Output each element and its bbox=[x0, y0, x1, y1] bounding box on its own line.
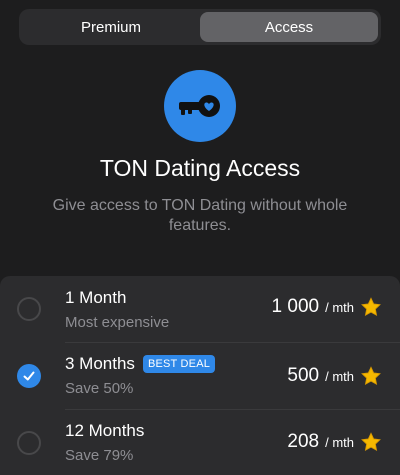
price-amount: 500 bbox=[287, 365, 320, 386]
plan-name-text: 3 Months bbox=[65, 354, 135, 373]
page-title: TON Dating Access bbox=[99, 155, 301, 181]
radio-checked[interactable] bbox=[17, 364, 41, 388]
price-unit: / mth bbox=[325, 368, 354, 384]
tab-access[interactable]: Access bbox=[200, 12, 378, 42]
plan-name: 12 Months bbox=[65, 421, 144, 441]
plan-note: Save 79% bbox=[65, 447, 134, 464]
plan-option-12-months[interactable]: 12 Months Save 79% 208 / mth bbox=[0, 410, 400, 475]
page-subtitle: Give access to TON Dating without whole … bbox=[52, 197, 348, 234]
plan-price: 208 / mth bbox=[287, 431, 382, 453]
radio-unchecked[interactable] bbox=[17, 297, 41, 321]
plan-option-3-months[interactable]: 3 Months BEST DEAL Save 50% 500 / mth bbox=[0, 343, 400, 409]
radio-unchecked[interactable] bbox=[17, 431, 41, 455]
plan-price: 500 / mth bbox=[287, 365, 382, 387]
best-deal-badge: BEST DEAL bbox=[142, 355, 216, 373]
access-screen: Premium Access TON Dating Access Give ac… bbox=[0, 0, 400, 475]
price-unit: / mth bbox=[325, 434, 354, 450]
star-icon bbox=[361, 432, 381, 452]
plan-note: Save 50% bbox=[65, 380, 134, 397]
star-icon bbox=[361, 297, 381, 317]
plan-name: 3 Months BEST DEAL bbox=[65, 354, 216, 374]
checkmark-icon bbox=[23, 371, 35, 381]
price-amount: 208 bbox=[287, 431, 320, 452]
plan-note: Most expensive bbox=[65, 314, 170, 331]
key-icon bbox=[164, 70, 236, 142]
price-amount: 1 000 bbox=[271, 296, 320, 317]
plan-option-1-month[interactable]: 1 Month Most expensive 1 000 / mth bbox=[0, 276, 400, 342]
price-unit: / mth bbox=[325, 299, 354, 315]
star-icon bbox=[361, 366, 381, 386]
plan-list: 1 Month Most expensive 1 000 / mth 3 Mon… bbox=[0, 276, 400, 475]
plan-name: 1 Month bbox=[65, 288, 126, 308]
plan-name-text: 12 Months bbox=[65, 421, 145, 440]
plan-price: 1 000 / mth bbox=[272, 296, 382, 318]
tab-premium[interactable]: Premium bbox=[22, 12, 200, 42]
plan-type-tabs: Premium Access bbox=[19, 9, 381, 45]
plan-name-text: 1 Month bbox=[65, 288, 127, 307]
